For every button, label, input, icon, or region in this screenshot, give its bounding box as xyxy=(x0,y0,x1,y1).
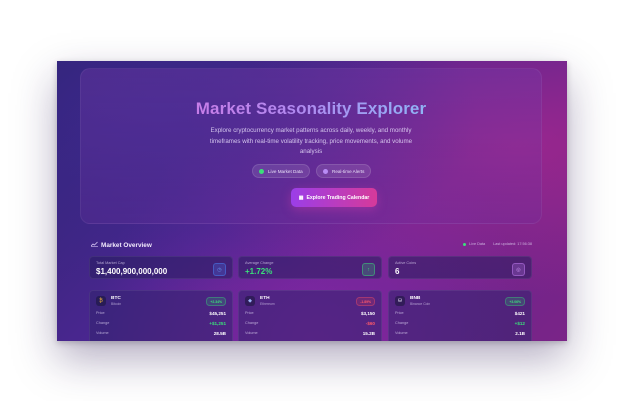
stat-value: +1.72% xyxy=(245,266,273,276)
coin-card-btc[interactable]: ₿ BTC Bitcoin +2.34% Price $45,251 Chang… xyxy=(89,290,233,341)
coin-name: Binance Coin xyxy=(410,302,431,306)
change-row: Change +$12 xyxy=(395,321,525,326)
change-badge: -1.89% xyxy=(356,297,375,306)
price-row: Price $45,251 xyxy=(96,311,226,316)
volume-value: 2.1B xyxy=(515,331,525,336)
volume-label: Volume xyxy=(96,331,109,335)
coin-card-bnb[interactable]: ⛁ BNB Binance Coin +3.06% Price $421 Cha… xyxy=(388,290,532,341)
app-window: Market Seasonality Explorer Explore cryp… xyxy=(57,61,567,341)
price-value: $45,251 xyxy=(209,311,226,316)
bitcoin-logo-icon: ₿ xyxy=(96,296,106,306)
coins-icon: ◎ xyxy=(512,263,525,276)
coin-symbol: BTC xyxy=(111,296,121,301)
price-label: Price xyxy=(395,311,404,315)
live-status: Live Data Last updated: 17:56:38 xyxy=(463,242,532,246)
change-badge: +3.06% xyxy=(505,297,525,306)
volume-value: 28.5B xyxy=(213,331,226,336)
volume-row: Volume 28.5B xyxy=(96,331,226,336)
green-dot-icon xyxy=(259,168,264,174)
chart-icon xyxy=(90,241,98,249)
price-row: Price $3,150 xyxy=(245,311,375,316)
volume-label: Volume xyxy=(245,331,258,335)
change-label: Change xyxy=(96,321,110,325)
explore-trading-calendar-button[interactable]: ▦ Explore Trading Calendar xyxy=(291,188,377,207)
stat-card-active-coins: Active Coins 6 ◎ xyxy=(388,256,532,279)
cta-label: Explore Trading Calendar xyxy=(306,194,370,201)
live-data-label: Live Data xyxy=(469,242,486,246)
change-label: Change xyxy=(395,321,409,325)
pill-label: Real-time Alerts xyxy=(332,168,365,174)
purple-dot-icon xyxy=(323,168,328,174)
live-market-data-pill: Live Market Data xyxy=(252,164,310,178)
real-time-alerts-pill: Real-time Alerts xyxy=(316,164,372,178)
price-value: $3,150 xyxy=(360,311,375,316)
coin-name: Bitcoin xyxy=(111,302,122,306)
stat-card-average-change: Average Change +1.72% ↑ xyxy=(238,256,382,279)
hero-panel: Market Seasonality Explorer Explore cryp… xyxy=(80,68,542,224)
price-label: Price xyxy=(245,311,254,315)
volume-row: Volume 2.1B xyxy=(395,331,525,336)
page-title: Market Seasonality Explorer xyxy=(195,99,427,118)
binance-logo-icon: ⛁ xyxy=(395,296,405,306)
hero-description: Explore cryptocurrency market patterns a… xyxy=(209,127,413,156)
coin-name: Ethereum xyxy=(260,302,275,306)
change-label: Change xyxy=(245,321,259,325)
coin-card-eth[interactable]: ◆ ETH Ethereum -1.89% Price $3,150 Chang… xyxy=(238,290,382,341)
pill-label: Live Market Data xyxy=(268,168,303,174)
stat-label: Average Change xyxy=(245,261,274,265)
change-value: +$12 xyxy=(514,321,525,326)
market-overview-title: Market Overview xyxy=(101,241,152,249)
stat-value: $1,400,900,000,000 xyxy=(96,266,168,276)
price-row: Price $421 xyxy=(395,311,525,316)
change-value: +$1,251 xyxy=(209,321,226,326)
calendar-icon: ▦ xyxy=(298,194,304,201)
stat-label: Total Market Cap xyxy=(96,261,125,265)
stat-card-market-cap: Total Market Cap $1,400,900,000,000 ◷ xyxy=(89,256,233,279)
change-row: Change +$1,251 xyxy=(96,321,226,326)
stat-label: Active Coins xyxy=(395,261,417,265)
volume-row: Volume 15.2B xyxy=(245,331,375,336)
last-updated: Last updated: 17:56:38 xyxy=(493,242,532,246)
coin-symbol: BNB xyxy=(410,296,421,301)
clock-icon: ◷ xyxy=(213,263,226,276)
coin-symbol: ETH xyxy=(260,296,270,301)
price-value: $421 xyxy=(514,311,525,316)
change-row: Change -$60 xyxy=(245,321,375,326)
arrow-up-icon: ↑ xyxy=(362,263,375,276)
live-dot-icon xyxy=(463,242,467,246)
stat-value: 6 xyxy=(395,266,400,276)
price-label: Price xyxy=(96,311,105,315)
ethereum-logo-icon: ◆ xyxy=(245,296,255,306)
volume-label: Volume xyxy=(395,331,408,335)
change-badge: +2.34% xyxy=(206,297,226,306)
market-overview-heading: Market Overview xyxy=(90,241,152,249)
volume-value: 15.2B xyxy=(362,331,375,336)
change-value: -$60 xyxy=(365,321,375,326)
